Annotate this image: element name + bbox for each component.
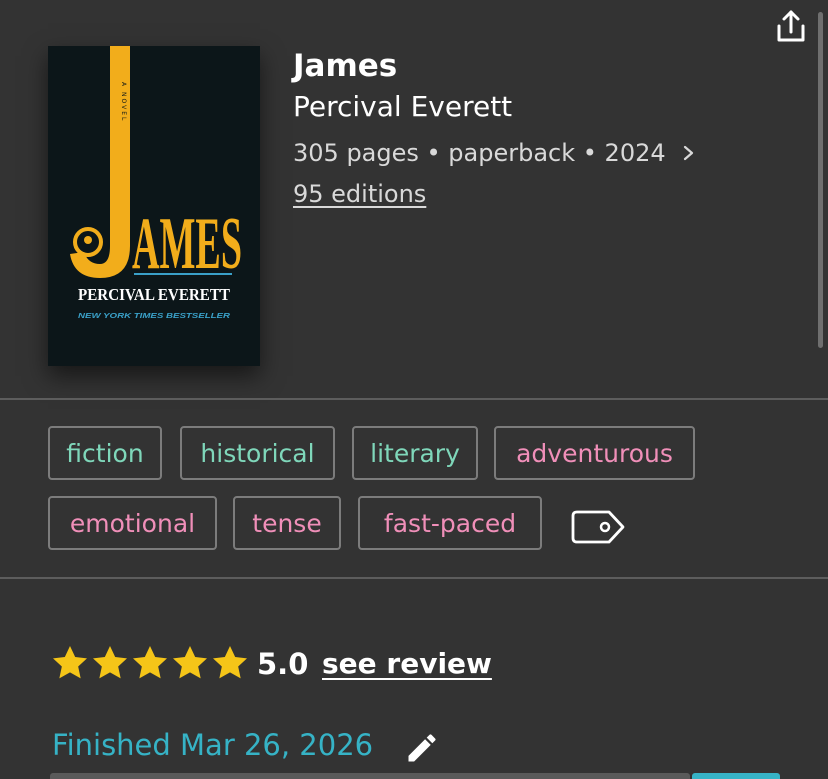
see-review-link[interactable]: see review (322, 645, 492, 683)
divider (0, 398, 828, 400)
rating-value: 5.0 (257, 647, 309, 681)
finished-date: Finished Mar 26, 2026 (52, 728, 374, 762)
share-icon (777, 10, 805, 42)
progress-track (50, 773, 690, 779)
star-icon (213, 646, 247, 679)
tag-literary[interactable]: literary (352, 426, 478, 480)
tag-fiction[interactable]: fiction (48, 426, 162, 480)
tag-icon (571, 510, 625, 544)
tag-tense[interactable]: tense (233, 496, 341, 550)
tag-emotional[interactable]: emotional (48, 496, 217, 550)
tag-historical[interactable]: historical (180, 426, 335, 480)
edit-date-button[interactable] (404, 730, 440, 766)
star-icon (53, 646, 87, 679)
star-icon (133, 646, 167, 679)
divider (0, 577, 828, 579)
book-cover[interactable]: A NOVEL AMES PERCIVAL EVERETT NEW YORK T… (48, 46, 260, 366)
tag-fast-paced[interactable]: fast-paced (358, 496, 542, 550)
star-rating[interactable] (50, 643, 250, 683)
scrollbar[interactable] (818, 12, 823, 348)
pencil-icon (408, 734, 436, 762)
tag-adventurous[interactable]: adventurous (494, 426, 695, 480)
book-author[interactable]: Percival Everett (293, 88, 512, 126)
action-button[interactable] (692, 773, 780, 779)
cover-badge: NEW YORK TIMES BESTSELLER (78, 311, 231, 320)
editions-link[interactable]: 95 editions (293, 178, 426, 210)
share-button[interactable] (772, 8, 810, 46)
cover-title: AMES (132, 203, 242, 285)
book-title: James (293, 48, 398, 84)
book-details-text: 305 pages • paperback • 2024 (293, 139, 666, 167)
edit-tags-button[interactable] (569, 508, 627, 546)
star-icon (173, 646, 207, 679)
chevron-right-icon (683, 145, 693, 161)
cover-author: PERCIVAL EVERETT (78, 285, 231, 304)
star-icon (93, 646, 127, 679)
cover-spine-text: A NOVEL (120, 82, 127, 122)
book-details[interactable]: 305 pages • paperback • 2024 (293, 137, 696, 169)
